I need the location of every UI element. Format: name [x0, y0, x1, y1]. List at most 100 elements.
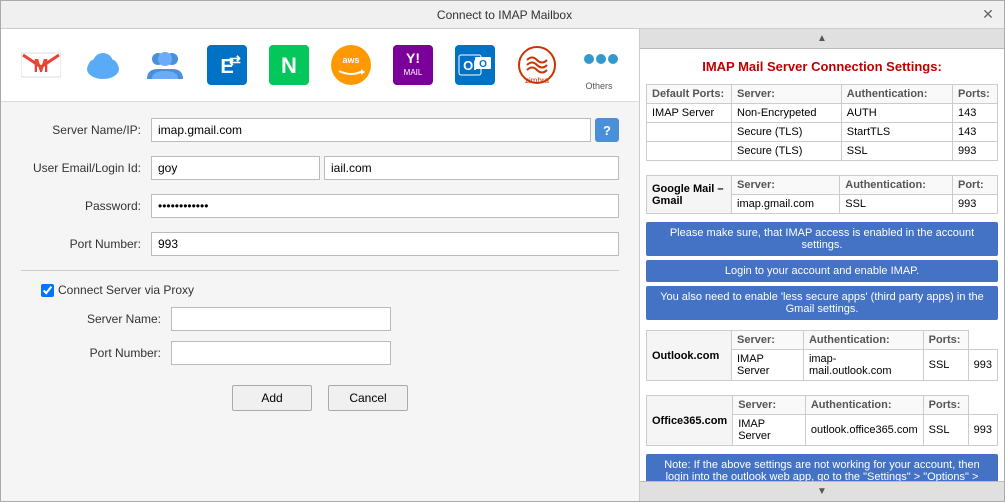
icloud-icon[interactable]	[75, 37, 131, 93]
server-label: Server Name/IP:	[21, 123, 151, 137]
zimbra-icon[interactable]: zimbra	[509, 37, 565, 93]
add-button[interactable]: Add	[232, 385, 312, 411]
gmail-note-2: Login to your account and enable IMAP.	[646, 260, 998, 282]
outlook-auth: SSL	[923, 350, 968, 381]
office365-note: Note: If the above settings are not work…	[646, 454, 998, 481]
proxy-port-row: Port Number:	[81, 341, 619, 365]
office365-section-label: Office365.com	[647, 396, 733, 446]
svg-text:zimbra: zimbra	[525, 76, 550, 85]
imap-server-label: IMAP Server	[647, 104, 732, 123]
table-row: Secure (TLS) StartTLS 143	[647, 123, 998, 142]
port-143-1: 143	[953, 104, 998, 123]
yahoo-mail-icon[interactable]: Y! MAIL	[385, 37, 441, 93]
left-panel: M E⇄ N aws	[1, 29, 639, 501]
help-button[interactable]: ?	[595, 118, 619, 142]
outlook-section-label: Outlook.com	[647, 331, 732, 381]
naver-icon[interactable]: N	[261, 37, 317, 93]
outlook-type: IMAP Server	[732, 350, 804, 381]
proxy-checkbox-label[interactable]: Connect Server via Proxy	[58, 283, 194, 297]
password-input[interactable]	[151, 194, 619, 218]
gmail-server: imap.gmail.com	[732, 195, 840, 214]
proxy-port-input[interactable]	[171, 341, 391, 365]
email-row: User Email/Login Id:	[21, 156, 619, 180]
svg-text:⇄: ⇄	[229, 52, 241, 68]
col-ports-1: Ports:	[953, 85, 998, 104]
right-panel-title: IMAP Mail Server Connection Settings:	[646, 55, 998, 78]
default-ports-table: Default Ports: Server: Authentication: P…	[646, 84, 998, 161]
proxy-checkbox[interactable]	[41, 284, 54, 297]
server-non-enc: Non-Encrypeted	[732, 104, 842, 123]
office365-type: IMAP Server	[733, 415, 806, 446]
proxy-server-row: Server Name:	[81, 307, 619, 331]
svg-text:N: N	[281, 53, 297, 78]
scroll-up-button[interactable]: ▲	[640, 29, 1004, 49]
gmail-icon[interactable]: M	[13, 37, 69, 93]
outlook-icon[interactable]: OlO	[447, 37, 503, 93]
port-143-2: 143	[953, 123, 998, 142]
close-button[interactable]: ✕	[980, 7, 996, 23]
scroll-down-button[interactable]: ▼	[640, 481, 1004, 501]
proxy-checkbox-row: Connect Server via Proxy	[21, 283, 619, 297]
auth-auth: AUTH	[841, 104, 952, 123]
outlook-server: imap-mail.outlook.com	[803, 350, 923, 381]
port-label: Port Number:	[21, 237, 151, 251]
server-secure-tls-1: Secure (TLS)	[732, 123, 842, 142]
proxy-server-input[interactable]	[171, 307, 391, 331]
gmail-note-3: You also need to enable 'less secure app…	[646, 286, 998, 320]
svg-text:O: O	[479, 59, 487, 70]
port-row: Port Number:	[21, 232, 619, 256]
window-title: Connect to IMAP Mailbox	[29, 8, 980, 22]
gmail-note-1: Please make sure, that IMAP access is en…	[646, 222, 998, 256]
svg-text:Y!: Y!	[406, 50, 420, 66]
svg-text:Ol: Ol	[463, 58, 477, 73]
svg-text:aws: aws	[342, 55, 359, 65]
content-area: M E⇄ N aws	[1, 29, 1004, 501]
icon-bar: M E⇄ N aws	[1, 29, 639, 102]
col-auth-4: Authentication:	[805, 396, 923, 415]
port-993-1: 993	[953, 142, 998, 161]
email-domain-input[interactable]	[324, 156, 619, 180]
table-row: IMAP Server Non-Encrypeted AUTH 143	[647, 104, 998, 123]
server-input[interactable]	[151, 118, 591, 142]
exchange-icon[interactable]: E⇄	[199, 37, 255, 93]
server-secure-tls-2: Secure (TLS)	[732, 142, 842, 161]
right-panel: ▲ IMAP Mail Server Connection Settings: …	[639, 29, 1004, 501]
port-input[interactable]	[151, 232, 619, 256]
col-server-3: Server:	[732, 331, 804, 350]
col-auth-2: Authentication:	[840, 176, 953, 195]
gmail-port: 993	[953, 195, 998, 214]
auth-ssl-1: SSL	[841, 142, 952, 161]
teamwork-icon[interactable]	[137, 37, 193, 93]
office365-port: 993	[968, 415, 997, 446]
right-scroll-area[interactable]: IMAP Mail Server Connection Settings: De…	[640, 49, 1004, 481]
outlook-port: 993	[968, 350, 997, 381]
proxy-form: Server Name: Port Number:	[21, 307, 619, 365]
proxy-server-label: Server Name:	[81, 312, 171, 326]
password-label: Password:	[21, 199, 151, 213]
email-label: User Email/Login Id:	[21, 161, 151, 175]
col-port-2: Port:	[953, 176, 998, 195]
separator	[21, 270, 619, 271]
main-window: Connect to IMAP Mailbox ✕ M	[0, 0, 1005, 502]
password-row: Password:	[21, 194, 619, 218]
col-server-4: Server:	[733, 396, 806, 415]
gmail-section-label: Google Mail – Gmail	[647, 176, 732, 214]
gmail-table: Google Mail – Gmail Server: Authenticati…	[646, 175, 998, 214]
svg-text:M: M	[34, 56, 49, 76]
svg-text:MAIL: MAIL	[404, 68, 423, 77]
title-bar: Connect to IMAP Mailbox ✕	[1, 1, 1004, 29]
office365-table: Office365.com Server: Authentication: Po…	[646, 395, 998, 446]
office365-auth: SSL	[923, 415, 968, 446]
table-row: Secure (TLS) SSL 993	[647, 142, 998, 161]
col-default-ports: Default Ports:	[647, 85, 732, 104]
col-server-1: Server:	[732, 85, 842, 104]
proxy-port-label: Port Number:	[81, 346, 171, 360]
email-input[interactable]	[151, 156, 320, 180]
col-auth-3: Authentication:	[803, 331, 923, 350]
col-ports-4: Ports:	[923, 396, 968, 415]
cancel-button[interactable]: Cancel	[328, 385, 408, 411]
others-icon[interactable]: Others	[571, 37, 627, 93]
form-area: Server Name/IP: ? User Email/Login Id: P…	[1, 102, 639, 501]
aws-icon[interactable]: aws	[323, 37, 379, 93]
server-row: Server Name/IP: ?	[21, 118, 619, 142]
